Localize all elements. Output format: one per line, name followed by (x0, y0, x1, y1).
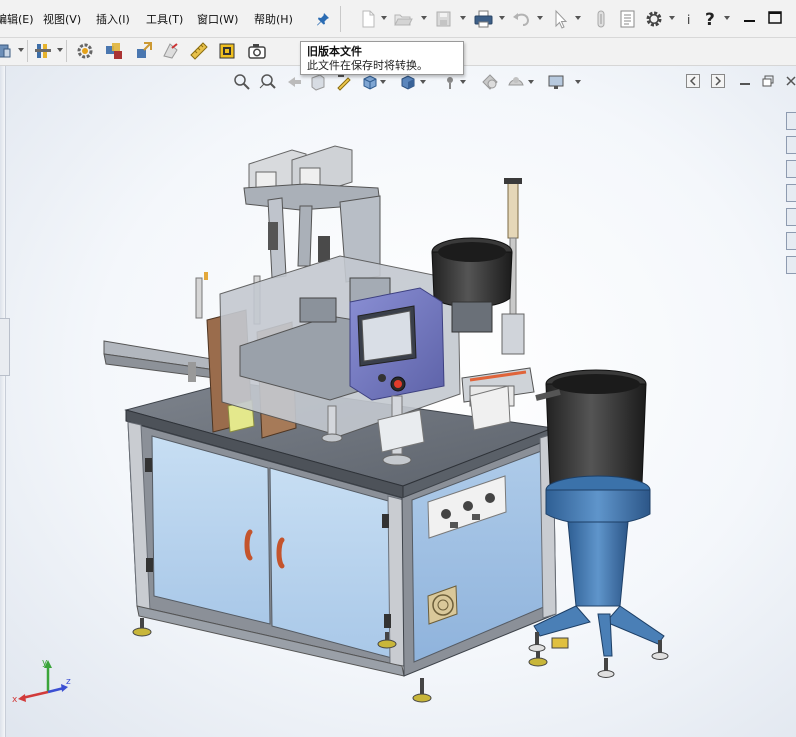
print-icon[interactable] (472, 8, 494, 30)
menu-insert[interactable]: 插入(I) (96, 11, 130, 27)
svg-text:?: ? (705, 10, 715, 30)
machine-3d-model[interactable] (0, 66, 796, 737)
interference-check-icon[interactable] (216, 40, 238, 62)
minimize-icon[interactable] (741, 8, 759, 28)
save-icon[interactable] (432, 8, 454, 30)
menu-help[interactable]: 帮助(H) (254, 11, 293, 27)
select-dropdown-icon[interactable] (575, 16, 581, 20)
help-icon[interactable]: ? (700, 8, 722, 30)
insert-dropdown-icon[interactable] (57, 48, 63, 52)
menu-bar: 编辑(E) 视图(V) 插入(I) 工具(T) 窗口(W) 帮助(H) i ? (0, 0, 796, 38)
insert-components-icon[interactable] (32, 40, 54, 62)
toolbar2-separator (27, 40, 28, 62)
undo-dropdown-icon[interactable] (537, 16, 543, 20)
select-pointer-icon[interactable] (549, 8, 571, 30)
more-icon[interactable]: i (677, 8, 699, 30)
tooltip-description: 此文件在保存时将转换。 (307, 59, 428, 72)
tooltip-title: 旧版本文件 (307, 45, 362, 58)
solidworks-window: 编辑(E) 视图(V) 插入(I) 工具(T) 窗口(W) 帮助(H) i ? … (0, 0, 796, 737)
tooltip-old-version-file: 旧版本文件 此文件在保存时将转换。 (300, 41, 464, 75)
more-label: i (687, 13, 690, 27)
undo-icon[interactable] (510, 8, 532, 30)
save-dropdown-icon[interactable] (460, 16, 466, 20)
file-properties-icon[interactable] (616, 8, 638, 30)
new-document-icon[interactable] (357, 8, 379, 30)
snapshot-camera-icon[interactable] (246, 40, 268, 62)
pin-menu-icon[interactable] (316, 11, 330, 26)
menu-window[interactable]: 窗口(W) (197, 11, 238, 27)
help-dropdown-icon[interactable] (724, 16, 730, 20)
options-dropdown-icon[interactable] (669, 16, 675, 20)
triad-z-label: z (66, 677, 71, 687)
toolbar2-separator (66, 40, 67, 62)
menu-edit[interactable]: 编辑(E) (0, 11, 34, 27)
open-dropdown-icon[interactable] (421, 16, 427, 20)
print-dropdown-icon[interactable] (499, 16, 505, 20)
triad-x-label: x (12, 695, 18, 705)
toolbar-separator (340, 6, 341, 32)
triad-y-label: y (42, 658, 48, 668)
show-hidden-icon[interactable] (160, 40, 182, 62)
options-gear-icon[interactable] (643, 8, 665, 30)
assembly-icon[interactable] (0, 40, 16, 62)
measure-icon[interactable] (188, 40, 210, 62)
move-component-icon[interactable] (132, 40, 154, 62)
new-dropdown-icon[interactable] (381, 16, 387, 20)
rebuild-icon[interactable] (590, 8, 612, 30)
mate-gear-icon[interactable] (74, 40, 96, 62)
menu-view[interactable]: 视图(V) (43, 11, 81, 27)
maximize-icon[interactable] (766, 8, 784, 28)
x-axis-line (21, 690, 49, 700)
menu-tools[interactable]: 工具(T) (146, 11, 183, 27)
axis-triad: y x z (12, 658, 71, 705)
open-folder-icon[interactable] (392, 8, 414, 30)
component-pattern-icon[interactable] (103, 40, 125, 62)
assembly-dropdown-icon[interactable] (18, 48, 24, 52)
